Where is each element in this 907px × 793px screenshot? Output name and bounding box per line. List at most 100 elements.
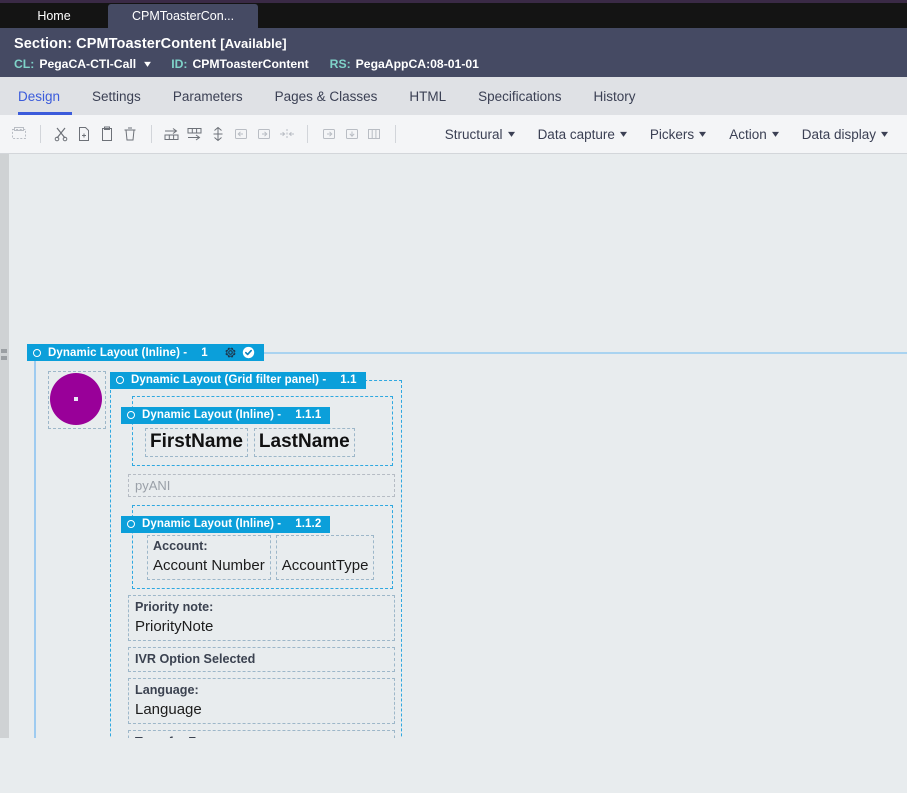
validation-check-icon[interactable]: [242, 346, 255, 359]
layout-1-1-1[interactable]: Dynamic Layout (Inline) - 1.1.1 FirstNam…: [121, 396, 393, 466]
menu-data-capture[interactable]: Data capture ▾: [526, 127, 638, 142]
field-language-value: Language: [135, 701, 202, 718]
ruleset-value: PegaAppCA:08-01-01: [355, 57, 479, 71]
layout-1-1-label: Dynamic Layout (Grid filter panel) -: [131, 374, 327, 386]
chevron-down-icon: ▾: [699, 128, 707, 140]
field-language-label: Language:: [135, 683, 199, 697]
menu-structural-label: Structural: [444, 126, 503, 142]
page-title: Section: CPMToasterContent [Available]: [14, 36, 907, 52]
tab-specifications[interactable]: Specifications: [462, 77, 577, 115]
vertical-align-icon[interactable]: [208, 122, 227, 146]
toolbar-divider: [150, 125, 152, 143]
browser-tab-strip: Home CPMToasterCon...: [0, 0, 907, 28]
field-pyani[interactable]: pyANI: [128, 474, 395, 497]
tab-html-label: HTML: [409, 88, 447, 104]
layout-1-1-2[interactable]: Dynamic Layout (Inline) - 1.1.2 Account:…: [121, 505, 393, 589]
tab-pages-and-classes[interactable]: Pages & Classes: [259, 77, 394, 115]
field-priority-note[interactable]: Priority note: PriorityNote: [128, 595, 395, 641]
chevron-down-icon: ▾: [507, 128, 515, 140]
menu-structural[interactable]: Structural ▾: [433, 127, 526, 142]
move-left-icon[interactable]: [231, 122, 250, 146]
field-ivr-option-selected[interactable]: IVR Option Selected: [128, 647, 395, 672]
layout-1-rule: [263, 351, 907, 354]
field-account-type-value: AccountType: [281, 557, 369, 574]
toolbar-divider: [394, 125, 396, 143]
layout-1-1-1-number: 1.1.1: [295, 409, 322, 421]
layout-1-1-number: 1.1: [340, 374, 357, 386]
name-field-row: FirstName LastName: [133, 424, 392, 459]
panel-collapse-handle[interactable]: [1, 349, 7, 363]
layout-1-1[interactable]: Dynamic Layout (Grid filter panel) - 1.1…: [110, 371, 402, 738]
menu-data-display[interactable]: Data display ▾: [790, 127, 899, 142]
chevron-down-icon: ▾: [881, 128, 889, 140]
menu-data-capture-label: Data capture: [537, 126, 615, 142]
layout-1-1-2-chip[interactable]: Dynamic Layout (Inline) - 1.1.2: [121, 515, 331, 533]
tab-settings-label: Settings: [92, 88, 141, 104]
field-transfer-from-label: Transfer From:: [135, 733, 388, 738]
canvas-left-gutter: [0, 154, 9, 738]
layout-1-number: 1: [201, 346, 208, 359]
layout-1-1-chip[interactable]: Dynamic Layout (Grid filter panel) - 1.1: [110, 371, 366, 389]
design-toolbar: Structural ▾ Data capture ▾ Pickers ▾ Ac…: [0, 115, 907, 154]
tab-home-label: Home: [37, 9, 71, 23]
layout-1[interactable]: Dynamic Layout (Inline) - 1 Dynamic Layo…: [27, 344, 907, 738]
tab-cpmtoastercontent-label: CPMToasterCon...: [132, 9, 235, 23]
tab-settings[interactable]: Settings: [76, 77, 157, 115]
section-header: Section: CPMToasterContent [Available] C…: [0, 28, 907, 77]
tab-history-label: History: [593, 88, 636, 104]
columns-icon[interactable]: [365, 122, 384, 146]
class-key-label: CL:: [14, 57, 35, 71]
menu-pickers-label: Pickers: [649, 126, 695, 142]
field-account-type[interactable]: AccountType: [275, 535, 375, 580]
layout-1-header: Dynamic Layout (Inline) - 1: [27, 344, 907, 361]
tab-parameters-label: Parameters: [172, 88, 243, 104]
account-field-row: Account: Account Number AccountType: [133, 533, 392, 580]
tab-html[interactable]: HTML: [393, 77, 462, 115]
delete-icon[interactable]: [121, 122, 140, 146]
tab-parameters[interactable]: Parameters: [157, 77, 259, 115]
tab-cpmtoastercontent[interactable]: CPMToasterCon...: [108, 4, 259, 28]
chevron-down-icon: ▾: [771, 128, 779, 140]
ruleset-key-label: RS:: [329, 57, 351, 71]
cut-icon[interactable]: [52, 122, 71, 146]
tab-home[interactable]: Home: [0, 4, 108, 28]
toolbar-divider: [39, 125, 41, 143]
indent-right-icon[interactable]: [319, 122, 338, 146]
field-account-number-value: Account Number: [153, 557, 265, 574]
layout-1-chip[interactable]: Dynamic Layout (Inline) - 1: [27, 344, 264, 361]
layout-1-1-1-chip[interactable]: Dynamic Layout (Inline) - 1.1.1: [121, 406, 331, 424]
gear-icon[interactable]: [224, 346, 237, 359]
avatar-cell[interactable]: [48, 371, 106, 429]
design-canvas: Dynamic Layout (Inline) - 1 Dynamic Layo…: [0, 154, 907, 738]
menu-data-display-label: Data display: [801, 126, 877, 142]
tab-specifications-label: Specifications: [478, 88, 562, 104]
copy-icon[interactable]: [75, 122, 94, 146]
layout-1-1-2-number: 1.1.2: [295, 518, 322, 530]
tab-history[interactable]: History: [577, 77, 651, 115]
menu-pickers[interactable]: Pickers ▾: [638, 127, 717, 142]
field-language[interactable]: Language: Language: [128, 678, 395, 724]
insert-column-icon[interactable]: [185, 122, 204, 146]
field-account-number[interactable]: Account: Account Number: [147, 535, 271, 580]
chevron-down-icon[interactable]: ▾: [144, 59, 151, 70]
field-firstname[interactable]: FirstName: [145, 428, 248, 457]
select-region-icon[interactable]: [10, 122, 29, 146]
id-value: CPMToasterContent: [192, 57, 309, 71]
indent-down-icon[interactable]: [342, 122, 361, 146]
page-title-name: CPMToasterContent: [76, 36, 217, 52]
layout-handle-icon: [127, 520, 135, 528]
field-lastname[interactable]: LastName: [253, 428, 355, 457]
layout-handle-icon: [127, 411, 135, 419]
menu-action-label: Action: [729, 126, 767, 142]
chevron-down-icon: ▾: [619, 128, 627, 140]
paste-icon[interactable]: [98, 122, 117, 146]
layout-1-1-1-label: Dynamic Layout (Inline) -: [142, 409, 282, 421]
merge-icon[interactable]: [277, 122, 296, 146]
tab-design[interactable]: Design: [14, 77, 76, 115]
field-transfer-from[interactable]: Transfer From:: [128, 730, 395, 738]
insert-row-icon[interactable]: [162, 122, 181, 146]
availability-badge: [Available]: [220, 36, 287, 51]
layout-1-label: Dynamic Layout (Inline) -: [48, 346, 188, 359]
move-right-icon[interactable]: [254, 122, 273, 146]
menu-action[interactable]: Action ▾: [717, 127, 790, 142]
